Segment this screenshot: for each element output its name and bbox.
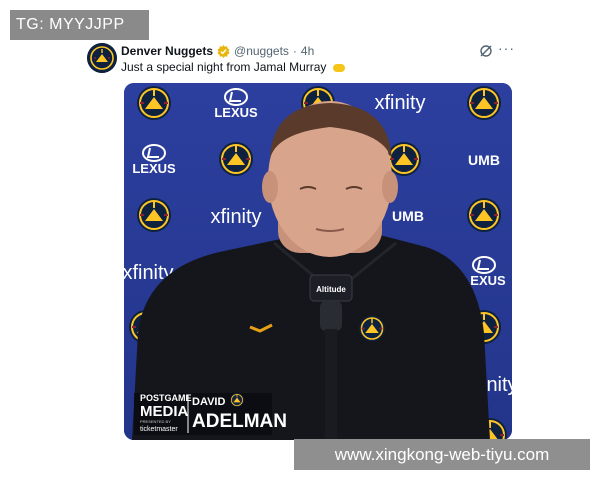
tg-overlay-tag: TG: MYYJJPP <box>10 10 149 40</box>
tweet-media-video[interactable]: LEXUS xfinity LEXUS UMB xfinity UMB xfin… <box>124 83 512 440</box>
sponsor-lexus: LEXUS <box>214 105 258 120</box>
lower-third-show-line2: MEDIA <box>140 403 189 420</box>
lower-third-presenter: ticketmaster <box>140 426 178 433</box>
separator-dot: · <box>292 44 297 58</box>
author-name[interactable]: Denver Nuggets <box>121 44 213 58</box>
lower-third: POSTGAME MEDIA PRESENTED BY ticketmaster… <box>134 392 287 435</box>
sponsor-lexus: LEXUS <box>132 161 176 176</box>
sponsor-umb: UMB <box>468 152 500 168</box>
mic-flag-brand: Altitude <box>316 285 346 294</box>
grok-icon[interactable] <box>479 44 493 58</box>
tweet-header: Denver Nuggets @nuggets · 4h <box>121 44 314 58</box>
watermark-url: www.xingkong-web-tiyu.com <box>294 439 590 470</box>
lower-third-show-line1: POSTGAME <box>140 393 192 403</box>
sponsor-xfinity: xfinity <box>210 206 261 228</box>
author-handle[interactable]: @nuggets <box>234 44 289 58</box>
tweet-text: Just a special night from Jamal Murray <box>121 60 345 74</box>
sponsor-xfinity: xfinity <box>374 92 425 114</box>
avatar[interactable] <box>87 43 117 73</box>
lower-third-first-name: DAVID <box>192 396 225 408</box>
tweet-body: Just a special night from Jamal Murray <box>121 60 327 74</box>
lower-third-last-name: ADELMAN <box>192 411 287 432</box>
verified-badge-icon <box>217 44 230 58</box>
sponsor-umb: UMB <box>392 208 424 224</box>
tweet-card[interactable]: Denver Nuggets @nuggets · 4h ··· Just a … <box>84 40 520 450</box>
more-icon[interactable]: ··· <box>498 40 515 56</box>
lower-third-presented-by: PRESENTED BY <box>140 419 171 424</box>
tweet-timestamp[interactable]: 4h <box>301 44 314 58</box>
handshake-emoji-icon <box>332 63 345 72</box>
